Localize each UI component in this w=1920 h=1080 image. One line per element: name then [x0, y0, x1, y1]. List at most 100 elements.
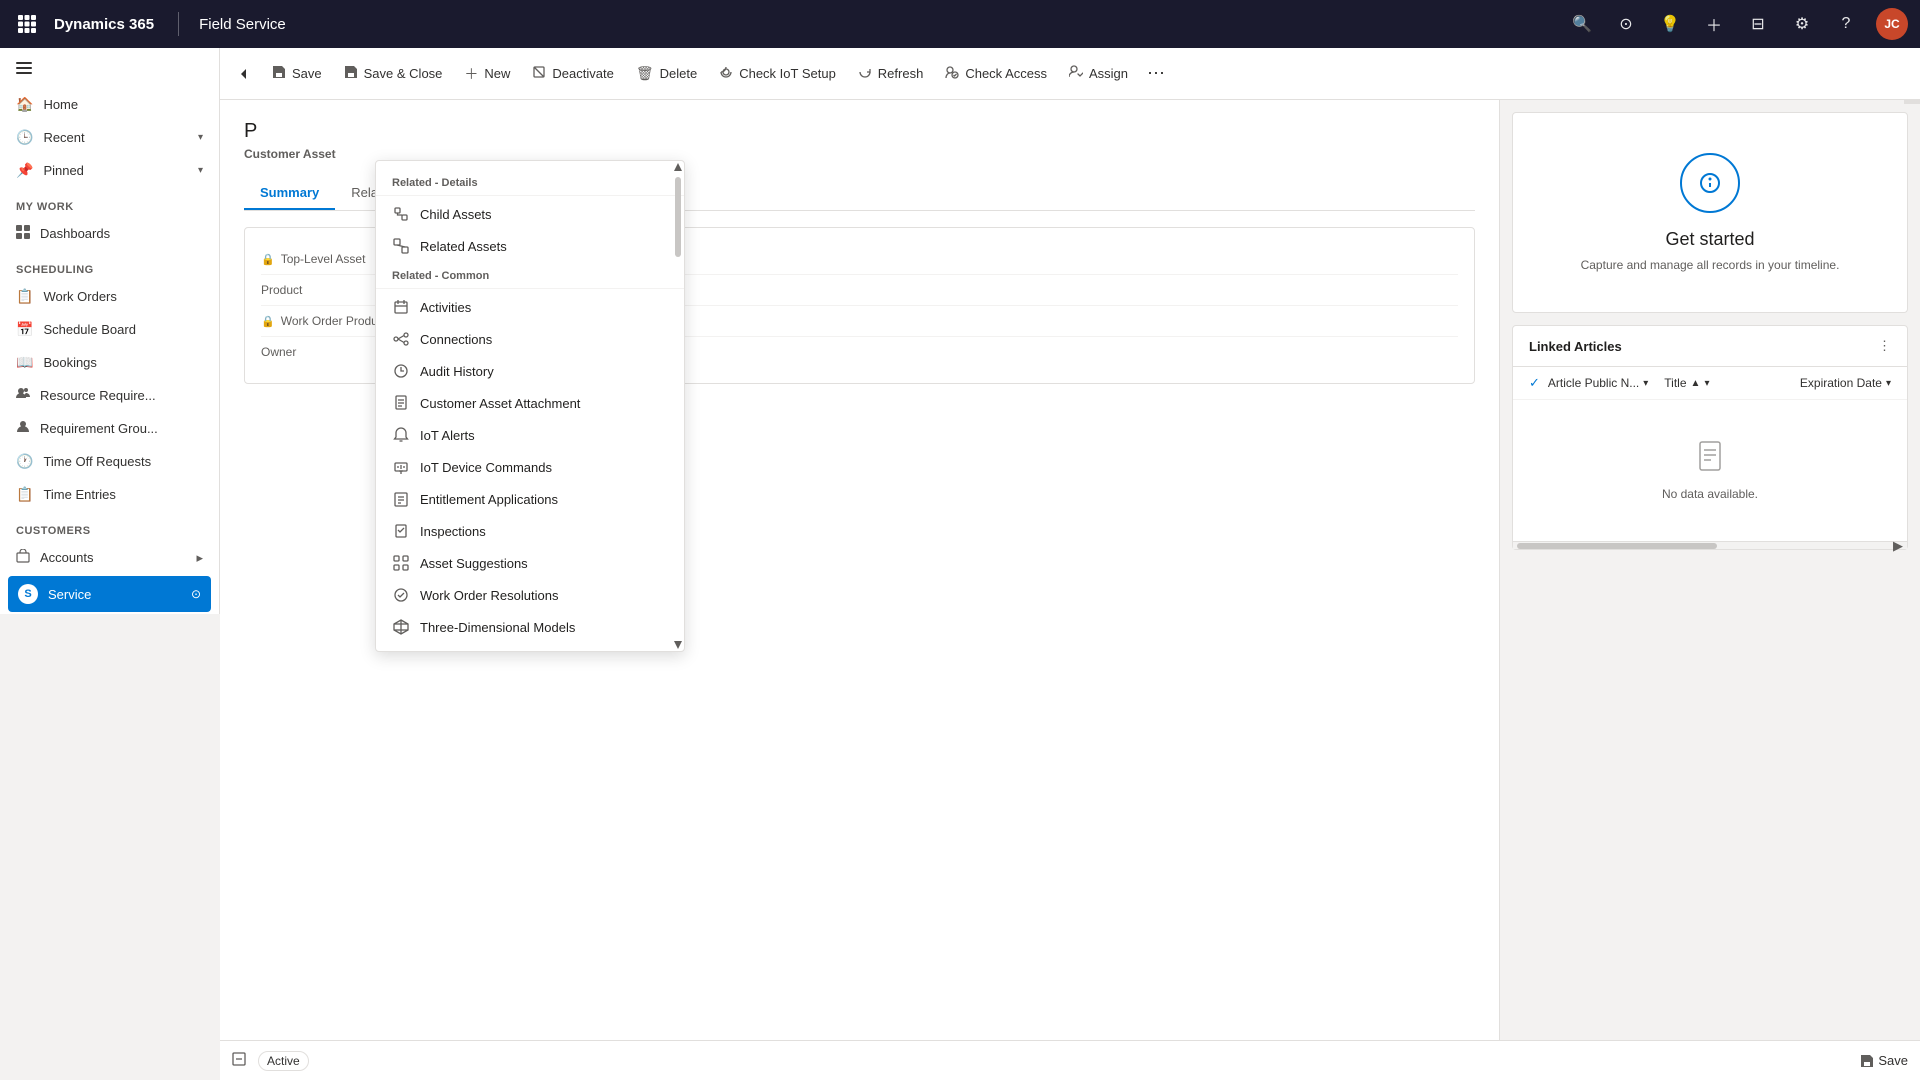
col-expiration[interactable]: Expiration Date ▾ — [1800, 376, 1891, 390]
user-avatar[interactable]: JC — [1876, 8, 1908, 40]
linked-articles-section: Linked Articles ⋮ ✓ Article Public N... … — [1512, 325, 1908, 550]
dropdown-item-asset-attachment[interactable]: Customer Asset Attachment — [376, 387, 684, 419]
scroll-right-icon[interactable]: ▶ — [1893, 538, 1903, 554]
inspections-label: Inspections — [420, 524, 486, 539]
timeoff-icon: 🕐 — [16, 453, 33, 470]
filter-icon[interactable]: ⊟ — [1744, 10, 1772, 38]
refresh-label: Refresh — [878, 66, 924, 81]
settings-circle-icon[interactable]: ⊙ — [1612, 10, 1640, 38]
work-order-resolutions-label: Work Order Resolutions — [420, 588, 558, 603]
sidebar-pinned-label: Pinned — [43, 163, 83, 178]
gear-icon[interactable]: ⚙ — [1788, 10, 1816, 38]
dropdown-item-related-assets[interactable]: Related Assets — [376, 230, 684, 262]
dropdown-item-3d-models[interactable]: Three-Dimensional Models — [376, 611, 684, 643]
timeline-section: Get started Capture and manage all recor… — [1512, 112, 1908, 313]
lightbulb-icon[interactable]: 💡 — [1656, 10, 1684, 38]
3d-models-icon — [392, 618, 410, 636]
right-panel: Get started Capture and manage all recor… — [1500, 100, 1920, 1040]
linked-header: Linked Articles ⋮ — [1513, 326, 1907, 367]
help-icon[interactable]: ? — [1832, 10, 1860, 38]
sidebar-timeoff-label: Time Off Requests — [43, 454, 151, 469]
delete-label: Delete — [660, 66, 698, 81]
sidebar-item-bookings[interactable]: 📖 Bookings — [0, 346, 219, 379]
dropdown-item-inspections[interactable]: Inspections — [376, 515, 684, 547]
deactivate-button[interactable]: Deactivate — [522, 59, 623, 88]
sidebar-item-scheduleboard[interactable]: 📅 Schedule Board — [0, 313, 219, 346]
waffle-icon[interactable] — [12, 9, 42, 39]
sidebar-item-dashboards[interactable]: Dashboards — [0, 217, 219, 250]
check-iot-button[interactable]: Check IoT Setup — [709, 59, 846, 88]
save-close-button[interactable]: Save & Close — [334, 59, 453, 88]
connections-label: Connections — [420, 332, 492, 347]
delete-button[interactable]: 🗑 Delete — [626, 59, 707, 88]
content-area: P Customer Asset Summary Related 🔒 Top-L… — [220, 100, 1920, 1040]
sort-arrow-icon: ▾ — [1643, 378, 1648, 389]
sidebar-workorders-label: Work Orders — [43, 289, 116, 304]
assign-label: Assign — [1089, 66, 1128, 81]
asset-attachment-label: Customer Asset Attachment — [420, 396, 580, 411]
dropdown-item-entitlement[interactable]: Entitlement Applications — [376, 483, 684, 515]
dropdown-item-activities[interactable]: Activities — [376, 291, 684, 323]
pin-icon: 📌 — [16, 162, 33, 179]
back-button[interactable] — [228, 58, 260, 90]
dropdown-item-work-order-resolutions[interactable]: Work Order Resolutions — [376, 579, 684, 611]
dropdown-item-iot-device-commands[interactable]: IoT Device Commands — [376, 451, 684, 483]
right-scrollbar[interactable] — [1904, 100, 1920, 104]
sidebar-item-accounts[interactable]: Accounts ▸ — [0, 541, 219, 574]
lock-icon: 🔒 — [261, 315, 275, 328]
dropdown-item-asset-suggestions[interactable]: Asset Suggestions — [376, 547, 684, 579]
col-title[interactable]: Title ▲ ▾ — [1664, 376, 1709, 390]
dropdown-scrollbar[interactable] — [674, 161, 682, 651]
field-label-owner: Owner — [261, 345, 296, 359]
sidebar-item-workorders[interactable]: 📋 Work Orders — [0, 280, 219, 313]
sidebar: 🏠 Home 🕒 Recent ▾ 📌 Pinned ▾ My Work Das… — [0, 48, 220, 614]
more-actions-button[interactable]: ⋯ — [1140, 58, 1172, 90]
linked-more-button[interactable]: ⋮ — [1878, 338, 1891, 354]
dropdown-item-connections[interactable]: Connections — [376, 323, 684, 355]
asset-suggestions-icon — [392, 554, 410, 572]
home-icon: 🏠 — [16, 96, 33, 113]
sidebar-item-recent[interactable]: 🕒 Recent ▾ — [0, 121, 219, 154]
tab-summary[interactable]: Summary — [244, 177, 335, 210]
sidebar-item-timeentries[interactable]: 📋 Time Entries — [0, 478, 219, 511]
sidebar-item-resource-req[interactable]: Resource Require... — [0, 379, 219, 412]
sidebar-item-pinned[interactable]: 📌 Pinned ▾ — [0, 154, 219, 187]
timeline-title: Get started — [1533, 229, 1887, 250]
save-close-label: Save & Close — [364, 66, 443, 81]
related-assets-label: Related Assets — [420, 239, 507, 254]
related-dropdown: Related - Details Child Assets Related A… — [375, 160, 685, 652]
linked-scrollbar[interactable]: ▶ — [1513, 541, 1907, 549]
save-button[interactable]: Save — [262, 59, 332, 88]
dropdown-item-child-assets[interactable]: Child Assets — [376, 198, 684, 230]
sidebar-wrapper: 🏠 Home 🕒 Recent ▾ 📌 Pinned ▾ My Work Das… — [0, 48, 220, 1080]
resolutions-icon — [392, 586, 410, 604]
field-label-top-level: Top-Level Asset — [281, 252, 366, 266]
module-label: Field Service — [199, 16, 286, 33]
search-icon[interactable]: 🔍 — [1568, 10, 1596, 38]
status-save-button[interactable]: Save — [1860, 1053, 1908, 1068]
assign-button[interactable]: Assign — [1059, 59, 1138, 88]
sidebar-item-home[interactable]: 🏠 Home — [0, 88, 219, 121]
dropdown-item-iot-alerts[interactable]: IoT Alerts — [376, 419, 684, 451]
sidebar-item-req-group[interactable]: Requirement Grou... — [0, 412, 219, 445]
service-settings-icon[interactable]: ⊙ — [191, 587, 201, 601]
iot-device-label: IoT Device Commands — [420, 460, 552, 475]
service-badge: S — [18, 584, 38, 604]
sidebar-item-timeoff[interactable]: 🕐 Time Off Requests — [0, 445, 219, 478]
refresh-button[interactable]: Refresh — [848, 59, 934, 88]
status-expand-button[interactable] — [232, 1052, 246, 1069]
col-check[interactable]: ✓ — [1529, 375, 1540, 391]
plus-icon[interactable]: ＋ — [1700, 10, 1728, 38]
new-button[interactable]: ＋ New — [454, 58, 520, 90]
sidebar-section-scheduling: Scheduling — [0, 250, 219, 280]
col-article-public[interactable]: Article Public N... ▾ — [1548, 376, 1648, 390]
check-access-button[interactable]: Check Access — [935, 59, 1057, 88]
sidebar-item-service[interactable]: S Service ⊙ — [8, 576, 211, 612]
sidebar-collapse-button[interactable] — [0, 48, 219, 88]
dropdown-item-audit-history[interactable]: Audit History — [376, 355, 684, 387]
timeline-description: Capture and manage all records in your t… — [1533, 258, 1887, 272]
iot-icon — [719, 65, 733, 82]
3d-models-label: Three-Dimensional Models — [420, 620, 575, 635]
audit-label: Audit History — [420, 364, 494, 379]
iot-alerts-label: IoT Alerts — [420, 428, 475, 443]
